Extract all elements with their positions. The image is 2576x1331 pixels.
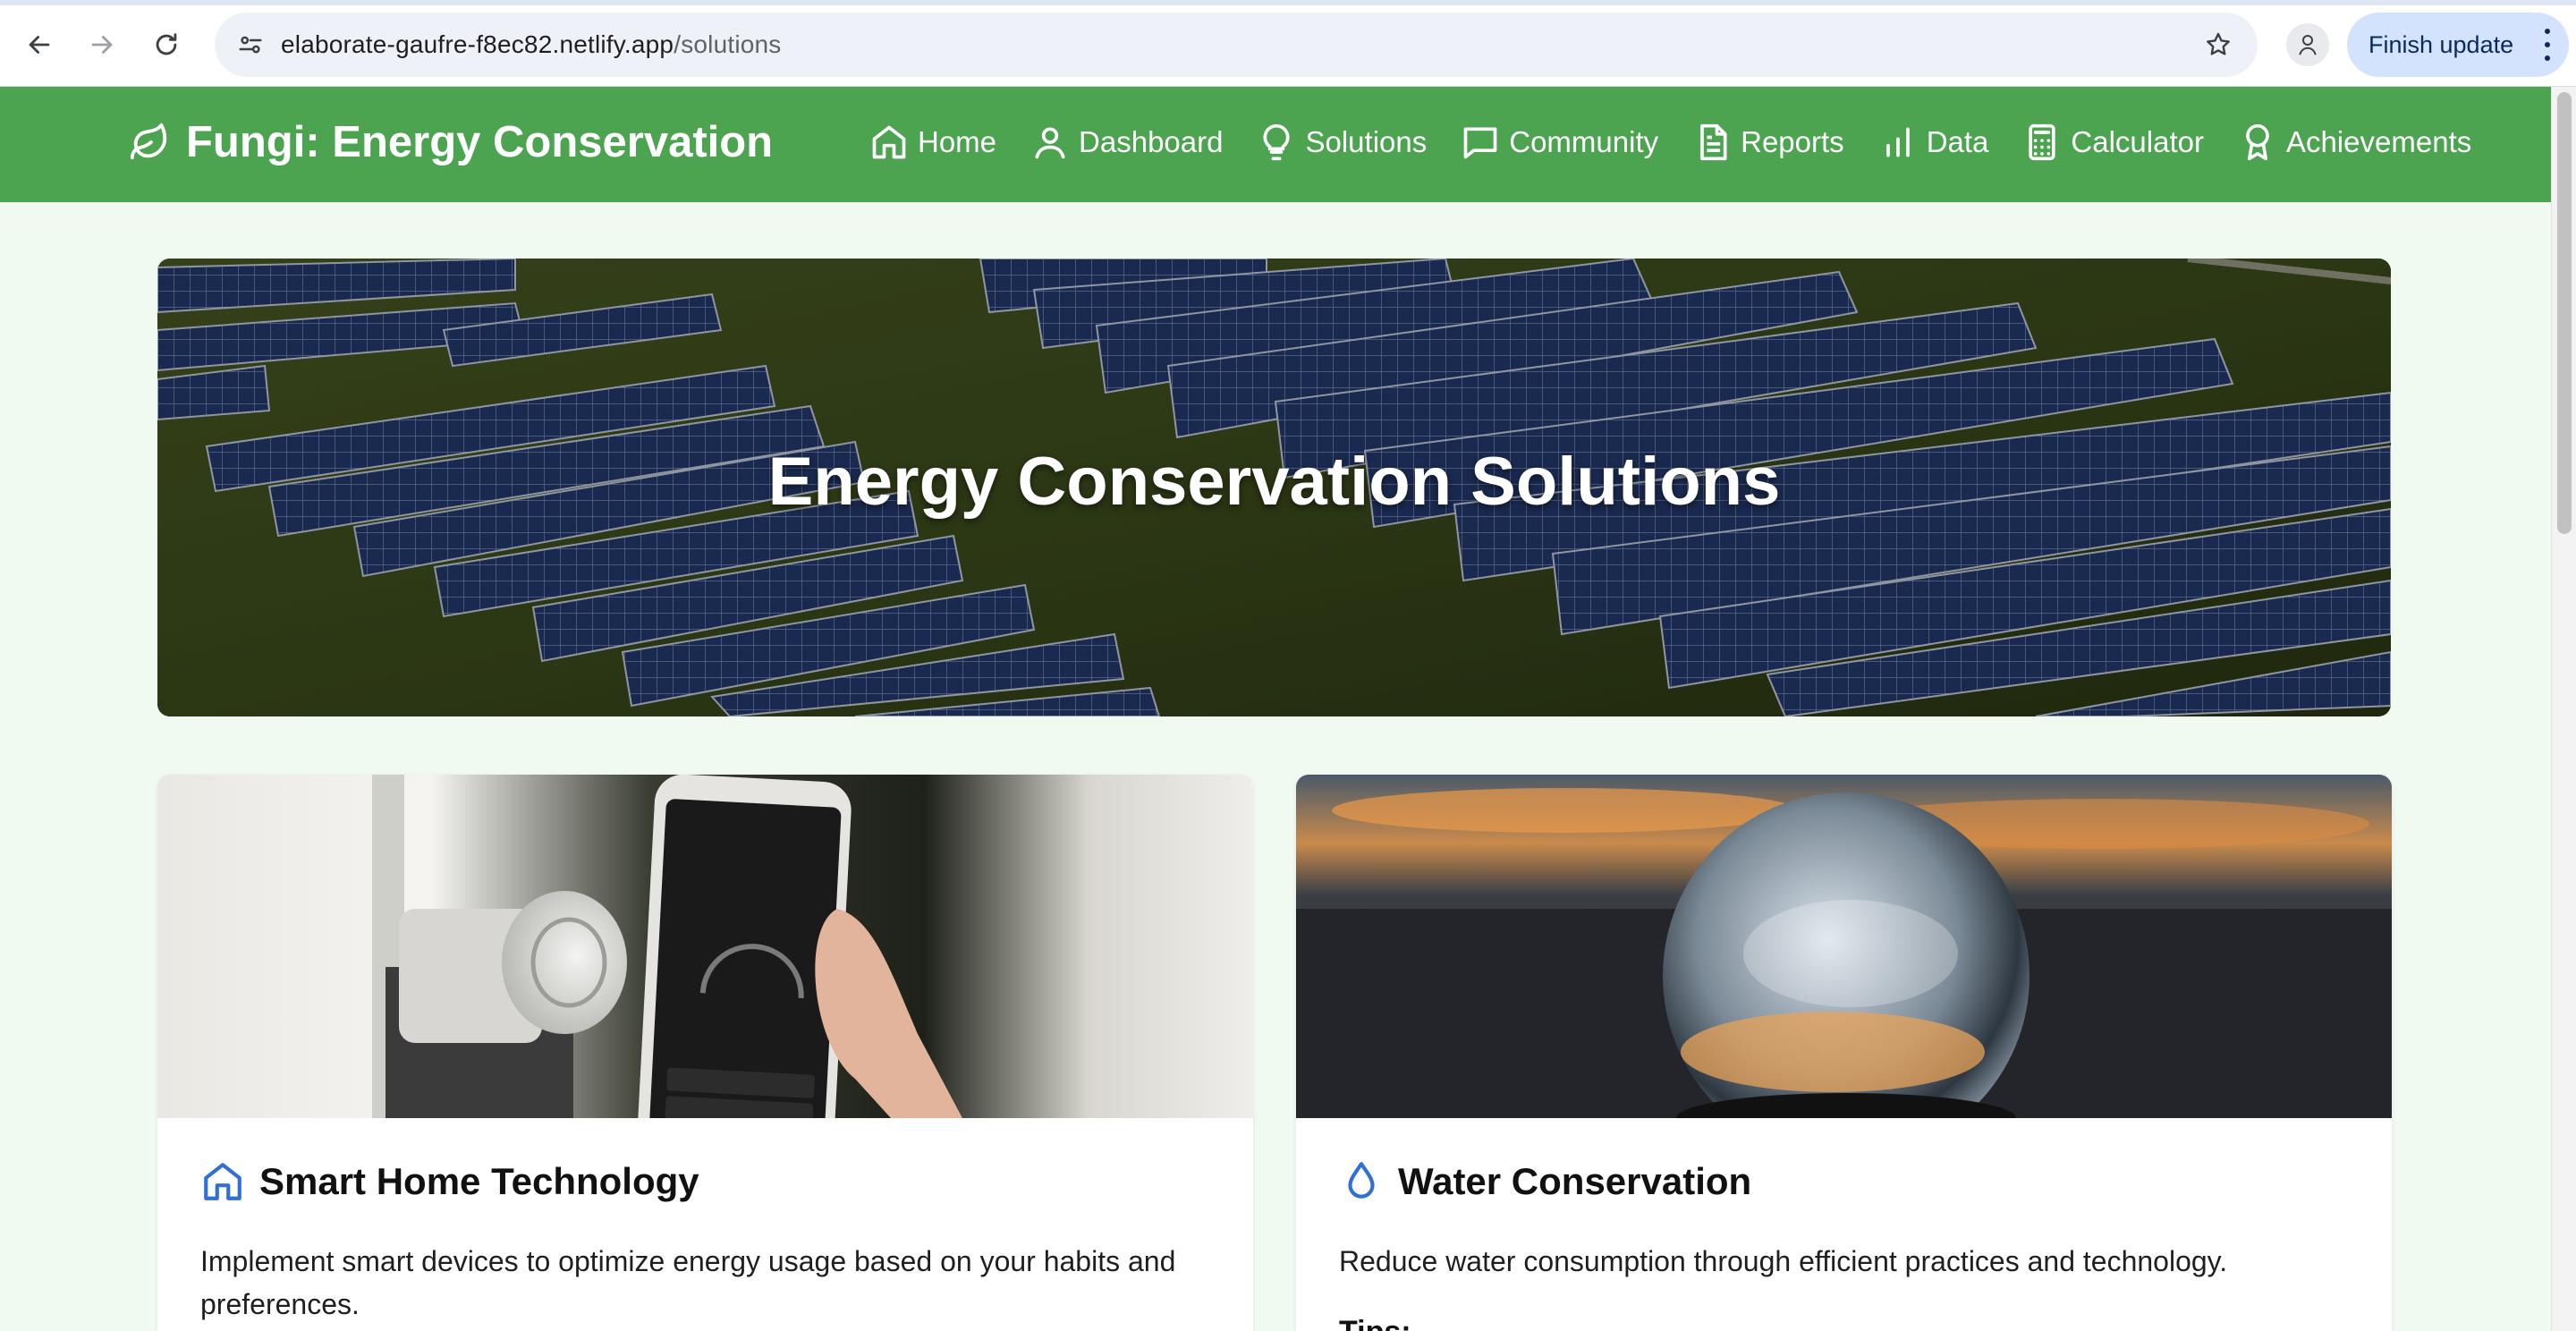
finish-update-label: Finish update [2368,30,2514,58]
more-menu-icon[interactable] [2544,29,2551,61]
finish-update-button[interactable]: Finish update [2347,13,2569,77]
bookmark-star-icon[interactable] [2199,25,2238,64]
forward-button[interactable] [77,20,127,70]
nav-label: Dashboard [1079,125,1224,158]
url-host: elaborate-gaufre-f8ec82.netlify.app [281,30,674,58]
brand-link[interactable]: Fungi: Energy Conservation [129,117,773,167]
forward-arrow-icon [91,36,113,54]
nav-item-reports[interactable]: Reports [1692,123,1844,162]
extension-icon[interactable] [2286,23,2329,66]
card-description: Implement smart devices to optimize ener… [200,1245,1176,1320]
user-icon [1035,127,1065,159]
hero-banner: Energy Conservation Solutions [157,259,2391,716]
tab-strip-edge [0,0,2576,5]
nav-item-achievements[interactable]: Achievements [2238,123,2471,162]
nav-label: Calculator [2071,125,2204,158]
brand-title: Fungi: Energy Conservation [186,118,774,166]
nav-item-community[interactable]: Community [1461,123,1658,162]
nav-label: Community [1509,125,1659,158]
reload-icon [156,33,177,55]
page-scrollbar[interactable] [2551,87,2576,1331]
lightbulb-icon [1263,123,1291,161]
nav-label: Reports [1741,125,1844,158]
nav-label: Achievements [2285,125,2472,158]
calculator-icon [2029,123,2056,161]
home-icon [204,1163,242,1200]
nav-item-home[interactable]: Home [869,123,996,162]
back-button[interactable] [14,20,64,70]
url-path: /solutions [674,30,782,58]
scrollbar-thumb[interactable] [2557,92,2572,534]
nav-item-solutions[interactable]: Solutions [1257,123,1427,162]
reload-button[interactable] [141,20,191,70]
solution-card-water[interactable]: Water Conservation Reduce water consumpt… [1296,775,2392,1331]
bar-chart-icon [1885,127,1910,157]
chat-bubble-icon [1463,127,1497,159]
card-description: Reduce water consumption through efficie… [1339,1245,2228,1277]
nav-item-calculator[interactable]: Calculator [2022,123,2204,162]
water-drop-icon [1348,1162,1375,1199]
award-icon [2246,123,2269,161]
main-nav: Home Dashboard Solutions Community Repor… [869,123,2471,162]
address-bar[interactable]: elaborate-gaufre-f8ec82.netlify.app/solu… [215,13,2258,77]
home-icon [872,125,906,159]
browser-toolbar: elaborate-gaufre-f8ec82.netlify.app/solu… [0,0,2576,87]
tips-heading: Tips: [1339,1315,1411,1331]
page-title: Energy Conservation Solutions [767,444,1781,520]
nav-item-data[interactable]: Data [1878,123,1989,162]
card-title-row: Smart Home Technology [200,1159,699,1204]
card-title: Smart Home Technology [259,1160,699,1202]
leaf-icon [130,123,167,160]
smart-lock-phone-photo [157,775,1253,1118]
site-header: Fungi: Energy Conservation Home Dashboar… [0,87,2551,202]
url-text[interactable]: elaborate-gaufre-f8ec82.netlify.app/solu… [281,30,782,59]
document-icon [1700,123,1727,161]
nav-item-dashboard[interactable]: Dashboard [1030,123,1223,162]
back-arrow-icon [29,36,50,54]
site-settings-icon[interactable] [231,25,270,64]
card-title: Water Conservation [1398,1160,1752,1202]
crystal-ball-sunset-photo [1296,775,2392,1118]
solution-card-smart-home[interactable]: Smart Home Technology Implement smart de… [157,775,1253,1331]
nav-label: Home [918,125,997,158]
card-title-row: Water Conservation [1339,1159,1751,1204]
nav-label: Data [1926,125,1989,158]
nav-label: Solutions [1305,125,1428,158]
